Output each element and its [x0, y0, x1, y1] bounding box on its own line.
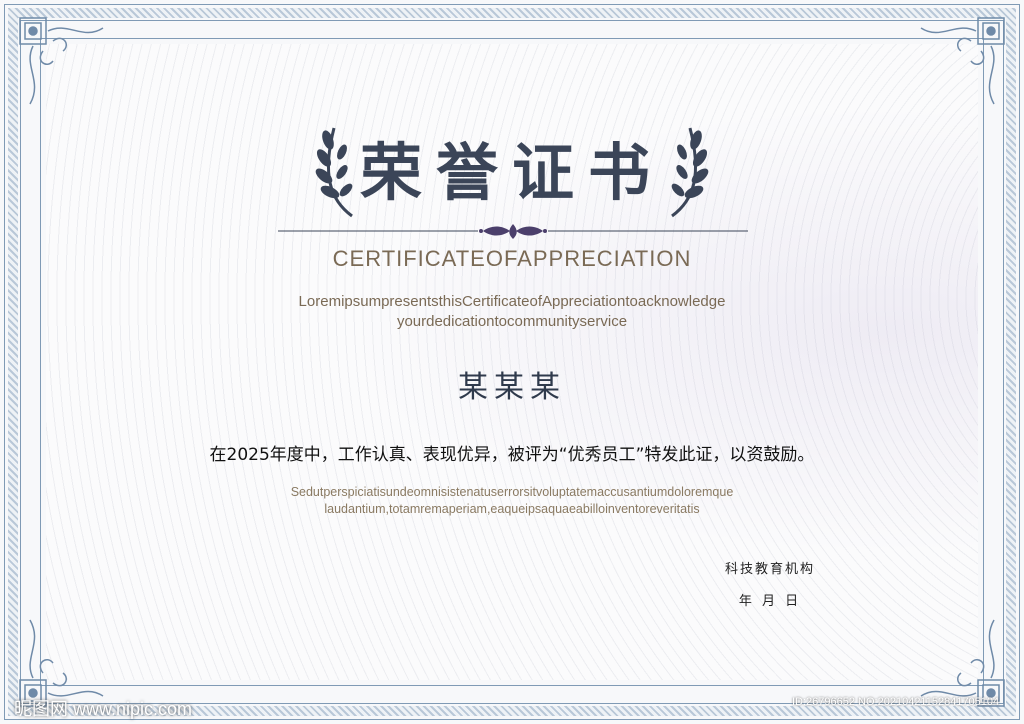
- intro-line-2: yourdedicationtocommunityservice: [396, 313, 628, 330]
- footer-line-1: Sedutperspiciatisundeomnisistenatuserror…: [290, 485, 734, 499]
- certificate-subtitle: CERTIFICATEOFAPPRECIATION: [332, 246, 692, 271]
- watermark-right: ID:26796652 NO:20210421152841705104: [792, 696, 1000, 708]
- recipient-name: 某某某: [458, 370, 566, 405]
- corner-ornament-icon: [920, 17, 1005, 105]
- intro-text: LoremipsumpresentsthisCertificateofAppre…: [212, 292, 812, 332]
- award-statement: 在2025年度中，工作认真、表现优异，被评为“优秀员工”特发此证，以资鼓励。: [209, 445, 815, 465]
- certificate-page: 荣誉证书 CERTIFICATEOFAPPRECIATION Loremipsu…: [0, 0, 1024, 724]
- issue-date: 年 月 日: [738, 594, 802, 609]
- laurel-right-icon: [671, 127, 709, 218]
- flourish-ornament-icon: [278, 224, 748, 239]
- certificate-title: 荣誉证书: [359, 136, 664, 209]
- footer-text: Sedutperspiciatisundeomnisistenatuserror…: [212, 484, 812, 518]
- title-block: 荣誉证书: [312, 112, 712, 222]
- footer-line-2: laudantium,totamremaperiam,eaqueipsaquae…: [324, 502, 700, 516]
- watermark-left: 昵图网 www.nipic.com: [14, 699, 193, 719]
- intro-line-1: LoremipsumpresentsthisCertificateofAppre…: [298, 293, 726, 310]
- corner-ornament-icon: [19, 17, 104, 105]
- issuing-organization: 科技教育机构: [724, 562, 815, 577]
